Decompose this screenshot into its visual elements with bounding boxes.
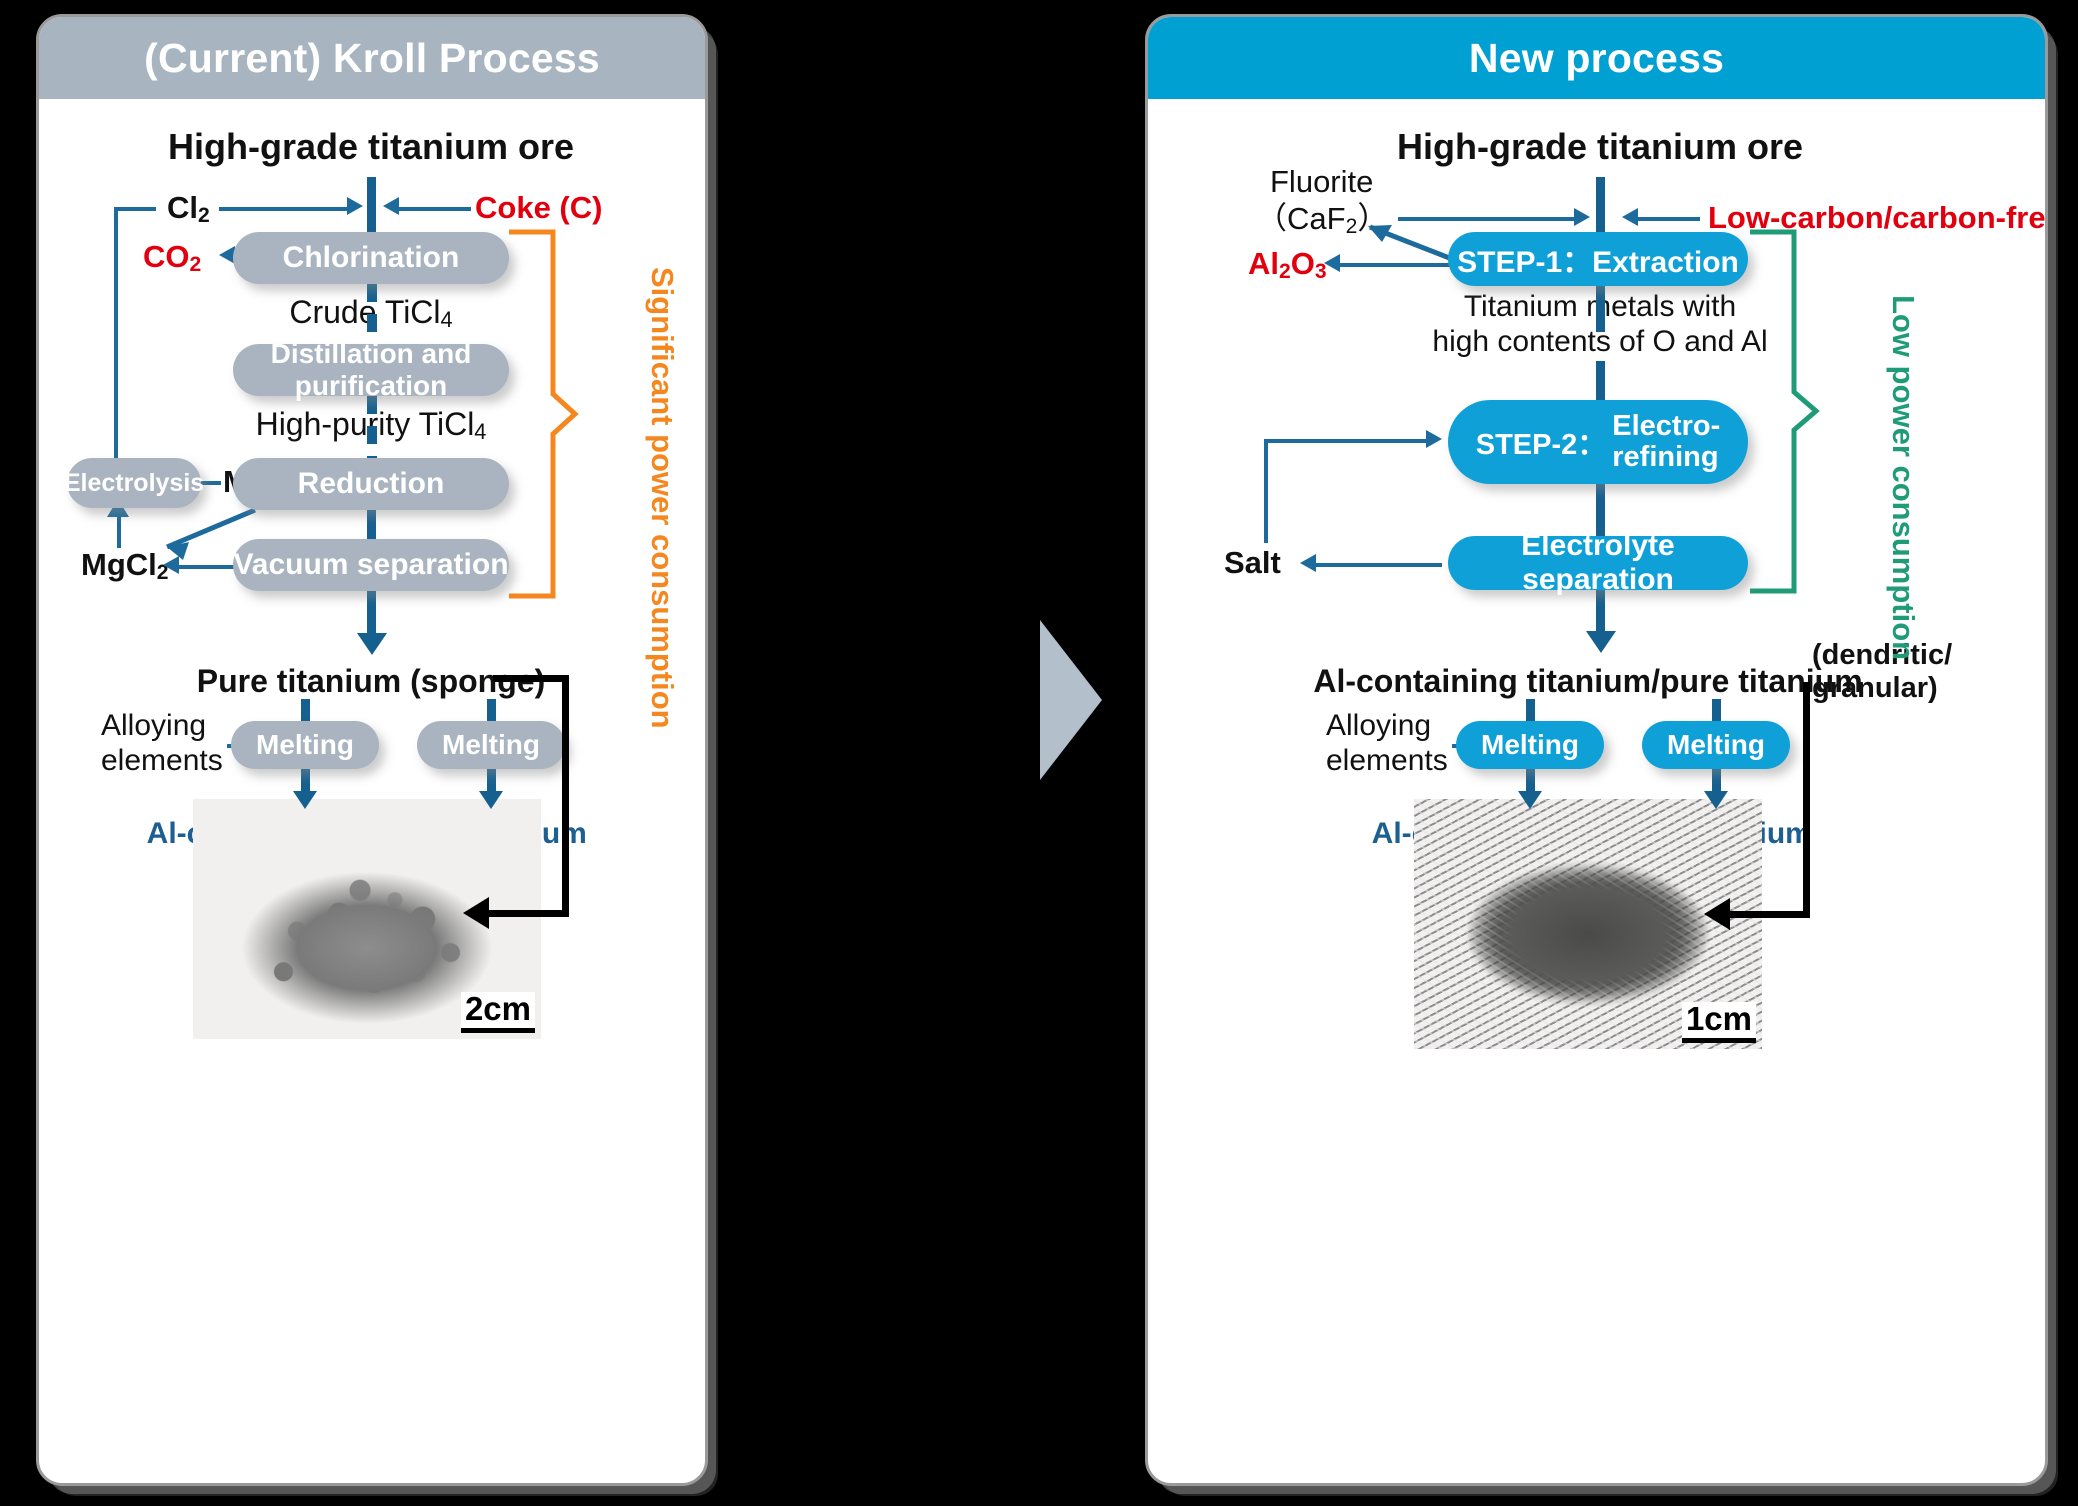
right-recycle-arrow-head [1426,430,1442,448]
left-step-electrolysis[interactable]: Electrolysis [64,458,204,508]
left-power-bracket-icon [509,229,579,599]
right-spine-2 [1596,361,1605,405]
right-salt-arrow-head [1300,554,1316,572]
diagram-canvas: (Current) Kroll Process High-grade titan… [0,0,2078,1506]
left-feedback-top [493,675,569,682]
right-feedback-right [1803,682,1810,918]
left-step-reduction[interactable]: Reduction [233,458,509,510]
right-step-electrolyte-separation[interactable]: Electrolyte separation [1448,529,1748,596]
right-recycle-riser [1264,439,1268,543]
panel-right-body: High-grade titanium ore Fluorite （CaF2） … [1148,99,2045,1483]
right-power-bracket-icon [1750,229,1820,594]
right-al-arrow-head [1622,208,1638,226]
panel-left-title: (Current) Kroll Process [39,17,705,99]
left-melting-1[interactable]: Melting [231,721,379,769]
right-feedback-bottom [1730,911,1810,918]
left-mgcl2-riser [117,514,121,548]
left-feedback-right [562,675,569,917]
right-step2-line2: refining [1612,441,1719,473]
left-feedback-bottom [489,910,569,917]
left-mgcl2-arrow-head [163,556,179,574]
left-step-distillation[interactable]: Distillation and purification [233,338,509,401]
right-feedback-arrow-head [1704,898,1730,930]
right-salt-line [1316,563,1442,567]
right-product-arrow-head [1586,631,1616,653]
panel-right-title: New process [1148,17,2045,99]
left-sponge-arrow-head [357,633,387,655]
right-melting-2[interactable]: Melting [1642,721,1790,769]
right-melting-1[interactable]: Melting [1456,721,1604,769]
right-al2o3-arrow-head [1324,254,1340,272]
left-coke-arrow-head [383,197,399,215]
right-step2-body: Electro- refining [1612,411,1720,472]
right-spine-1 [1596,286,1605,332]
transition-arrow-icon [1040,620,1102,780]
right-step-2-electrorefining[interactable]: STEP-2： Electro- refining [1448,400,1748,484]
left-step-chlorination[interactable]: Chlorination [233,232,509,284]
right-fluorite-arrow-head [1574,208,1590,226]
right-step2-inner: STEP-2： Electro- refining [1476,411,1721,472]
left-cl2-arrow-head [347,197,363,215]
right-recycle-line [1264,439,1428,443]
panel-new-process: New process High-grade titanium ore Fluo… [1145,14,2048,1486]
left-melt1-out-arrow [293,791,317,809]
right-step2-prefix: STEP-2： [1475,429,1607,461]
left-melt2-out-arrow [479,791,503,809]
left-step-vacuum-separation[interactable]: Vacuum separation [233,539,509,591]
right-step2-line1: Electro- [1612,410,1721,443]
left-spine-to-sponge [367,591,376,637]
right-melt1-out-arrow [1518,791,1542,809]
right-step-1-extraction[interactable]: STEP-1：Extraction [1448,232,1748,286]
panel-left-body: High-grade titanium ore Cl2 Coke (C) CO2… [39,99,705,1483]
left-feedback-arrow-head [463,897,489,929]
panel-kroll-process: (Current) Kroll Process High-grade titan… [36,14,708,1486]
left-melting-2[interactable]: Melting [417,721,565,769]
right-melt2-out-arrow [1704,791,1728,809]
